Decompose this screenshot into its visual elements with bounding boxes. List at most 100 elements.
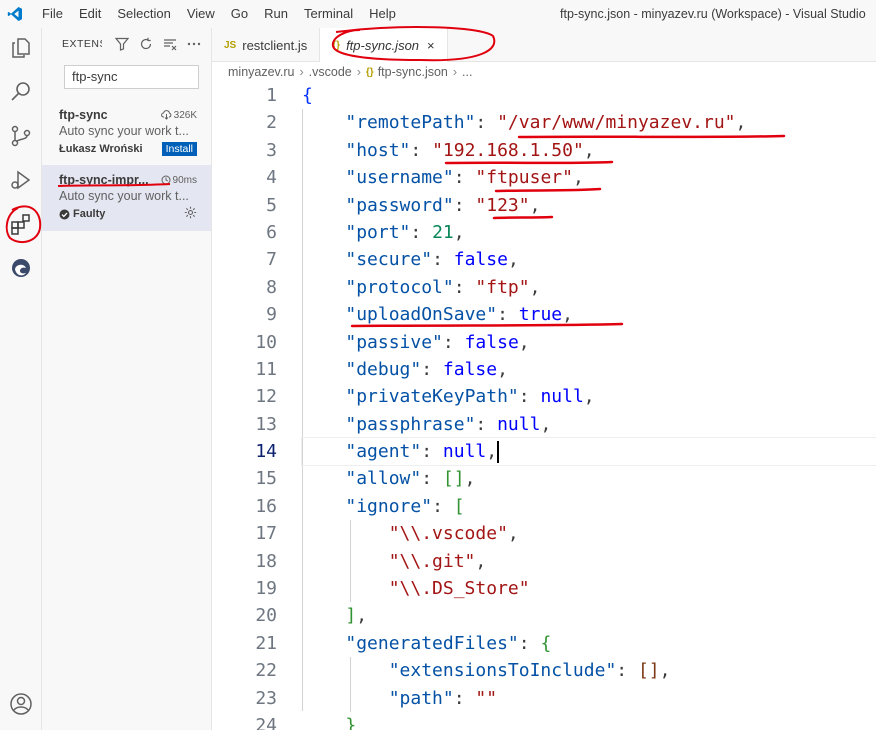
menu-bar: File Edit Selection View Go Run Terminal…	[34, 0, 404, 28]
download-count: 326K	[160, 110, 197, 121]
code-content[interactable]: { "remotePath": "/var/www/minyazev.ru", …	[301, 82, 876, 730]
explorer-icon[interactable]	[0, 28, 42, 68]
code-line[interactable]: "agent": null,	[301, 437, 876, 467]
code-token: "ftp"	[475, 276, 530, 298]
extension-item-ftp-sync[interactable]: ftp-sync 326K Auto sync your work t... Ł…	[42, 100, 211, 166]
code-line[interactable]: "allow": [],	[302, 465, 876, 492]
code-token: ,	[529, 194, 541, 216]
code-token: false	[453, 249, 508, 271]
filter-icon[interactable]	[114, 36, 130, 52]
menu-terminal[interactable]: Terminal	[296, 0, 361, 28]
code-line[interactable]: "extensionsToInclude": [],	[302, 657, 876, 684]
code-token: "privateKeyPath"	[345, 386, 519, 408]
code-line[interactable]: "ignore": [	[302, 493, 876, 520]
code-token: "host"	[345, 139, 411, 161]
chevron-right-icon: ›	[356, 65, 361, 79]
js-file-icon: JS	[224, 39, 237, 51]
code-token: "uploadOnSave"	[345, 304, 498, 326]
code-line[interactable]: "debug": false,	[302, 356, 876, 383]
code-token: "secure"	[345, 249, 433, 271]
breadcrumb-item-symbol[interactable]: ...	[462, 65, 472, 79]
edge-icon[interactable]	[0, 248, 42, 288]
code-line[interactable]: "password": "123",	[302, 192, 876, 219]
tab-restclient-js[interactable]: JS restclient.js	[212, 28, 321, 62]
code-line[interactable]: ],	[302, 602, 876, 629]
tab-ftp-sync-json[interactable]: {} ftp-sync.json ×	[320, 28, 448, 62]
line-number: 4	[266, 167, 277, 189]
code-line[interactable]: "port": 21,	[302, 219, 876, 246]
code-token: "path"	[388, 687, 454, 709]
breadcrumb-item-workspace[interactable]: minyazev.ru	[228, 65, 294, 79]
code-token: ,	[735, 112, 747, 134]
code-line[interactable]: "\\.DS_Store"	[302, 575, 876, 602]
source-control-icon[interactable]	[0, 116, 42, 156]
code-line[interactable]: }	[302, 712, 876, 730]
code-line[interactable]: "host": "192.168.1.50",	[302, 137, 876, 164]
install-button[interactable]: Install	[161, 142, 197, 156]
search-icon[interactable]	[0, 72, 42, 112]
extension-description: Auto sync your work t...	[59, 124, 189, 138]
code-token: "debug"	[345, 358, 422, 380]
menu-edit[interactable]: Edit	[71, 0, 109, 28]
code-token: ,	[475, 550, 487, 572]
menu-selection[interactable]: Selection	[109, 0, 178, 28]
code-token: 21	[432, 221, 454, 243]
code-line[interactable]: "passive": false,	[302, 329, 876, 356]
code-token: "123"	[475, 194, 530, 216]
extension-publisher: Faulty	[59, 208, 105, 220]
menu-run[interactable]: Run	[256, 0, 296, 28]
code-editor[interactable]: 1 2 3 4 5 6 7 8 9 10 11 12 13 14 15 16 1…	[212, 82, 876, 730]
line-number: 22	[255, 660, 277, 682]
activity-bar	[0, 28, 42, 730]
menu-go[interactable]: Go	[223, 0, 256, 28]
code-line[interactable]: "privateKeyPath": null,	[302, 383, 876, 410]
code-token: true	[518, 304, 563, 326]
breadcrumb-item-file[interactable]: ftp-sync.json	[378, 65, 448, 79]
code-line[interactable]: "remotePath": "/var/www/minyazev.ru",	[302, 109, 876, 136]
code-token: false	[464, 331, 519, 353]
menu-view[interactable]: View	[179, 0, 223, 28]
refresh-icon[interactable]	[138, 36, 154, 52]
clear-icon[interactable]	[162, 36, 178, 52]
code-line[interactable]: "generatedFiles": {	[302, 630, 876, 657]
code-token: ]	[345, 605, 357, 627]
code-line[interactable]: "username": "ftpuser",	[302, 164, 876, 191]
line-number: 16	[255, 495, 277, 517]
line-number: 5	[266, 194, 277, 216]
code-line[interactable]: "\\.vscode",	[302, 520, 876, 547]
code-token: null	[442, 441, 487, 463]
extensions-icon[interactable]	[0, 204, 42, 244]
close-tab-icon[interactable]: ×	[427, 38, 435, 53]
menu-help[interactable]: Help	[361, 0, 404, 28]
code-token: :	[410, 221, 433, 243]
code-line[interactable]: "secure": false,	[302, 246, 876, 273]
code-token: :	[518, 632, 541, 654]
extension-item-ftp-sync-improved[interactable]: ftp-sync-impr... 90ms Auto sync your wor…	[42, 165, 211, 231]
menu-file[interactable]: File	[34, 0, 71, 28]
code-token: :	[410, 139, 433, 161]
account-icon[interactable]	[0, 684, 42, 724]
code-line[interactable]: "protocol": "ftp",	[302, 274, 876, 301]
code-line[interactable]: "uploadOnSave": true,	[302, 301, 876, 328]
breadcrumb-item-folder[interactable]: .vscode	[309, 65, 352, 79]
code-token: "extensionsToInclude"	[388, 660, 617, 682]
code-line[interactable]: "\\.git",	[302, 548, 876, 575]
line-number: 10	[255, 331, 277, 353]
extensions-search-input[interactable]: ftp-sync	[64, 65, 199, 89]
code-line[interactable]: {	[302, 82, 876, 109]
vscode-logo-icon	[0, 0, 30, 28]
run-debug-icon[interactable]	[0, 160, 42, 200]
manage-gear-icon[interactable]	[184, 206, 197, 222]
more-actions-icon[interactable]	[186, 36, 202, 52]
code-token: "\\.vscode"	[388, 523, 508, 545]
code-line[interactable]: "passphrase": null,	[302, 411, 876, 438]
code-line[interactable]: "path": ""	[302, 685, 876, 712]
code-token: :	[421, 358, 443, 380]
